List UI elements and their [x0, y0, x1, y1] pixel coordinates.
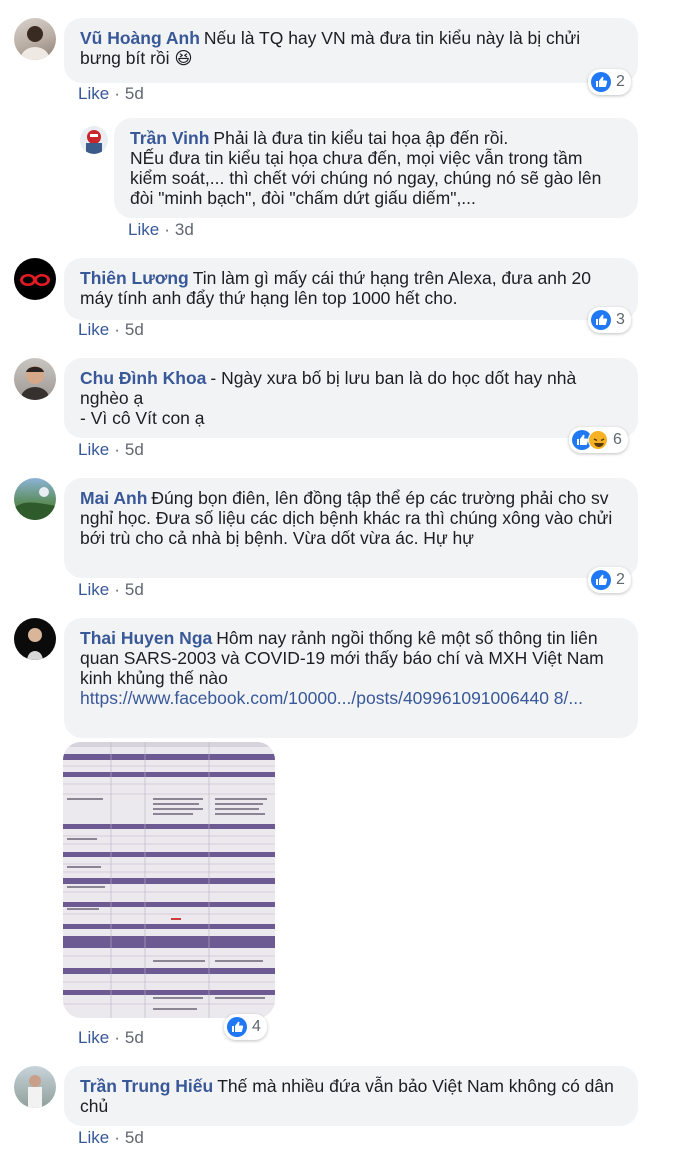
comment-actions: Like · 5d — [78, 320, 144, 340]
reaction-count-label: 4 — [252, 1018, 261, 1035]
comment-actions: Like · 5d — [78, 580, 144, 600]
spreadsheet-thumbnail — [63, 742, 275, 1018]
reaction-count[interactable]: 3 — [588, 307, 631, 333]
comment-bubble: Trần Vinh Phải là đưa tin kiểu tai họa ập… — [114, 118, 638, 218]
comment-bubble: Thai Huyen Nga Hôm nay rảnh ngồi thống kê… — [64, 618, 638, 738]
comment-bubble: Mai Anh Đúng bọn điên, lên đồng tập thể é… — [64, 478, 638, 578]
separator-dot: · — [114, 320, 120, 339]
like-link[interactable]: Like — [78, 580, 109, 599]
comment-author[interactable]: Trần Trung Hiếu — [80, 1076, 213, 1096]
timestamp[interactable]: 5d — [125, 320, 144, 339]
laughing-face-icon — [588, 430, 608, 450]
reaction-count[interactable]: 2 — [588, 69, 631, 95]
reaction-count-label: 2 — [616, 571, 625, 588]
post-link[interactable]: https://www.facebook.com/10000.../posts/… — [80, 688, 583, 708]
comment-actions: Like · 5d — [78, 84, 144, 104]
comment-bubble: Thiên Lương Tin làm gì mấy cái thứ hạng t… — [64, 258, 638, 320]
comment-bubble: Trần Trung Hiếu Thế mà nhiều đứa vẫn bảo … — [64, 1066, 638, 1126]
timestamp[interactable]: 5d — [125, 440, 144, 459]
comment-bubble: Vũ Hoàng Anh Nếu là TQ hay VN mà đưa tin … — [64, 18, 638, 83]
comment-actions: Like · 3d — [128, 220, 194, 240]
like-link[interactable]: Like — [128, 220, 159, 239]
comment-actions: Like · 5d — [78, 1028, 144, 1048]
timestamp[interactable]: 5d — [125, 1128, 144, 1147]
separator-dot: · — [164, 220, 170, 239]
thumbs-up-icon — [227, 1017, 247, 1037]
timestamp[interactable]: 5d — [125, 580, 144, 599]
thumbs-up-icon — [591, 72, 611, 92]
comment-bubble: Chu Đình Khoa - Ngày xưa bố bị lưu ban là… — [64, 358, 638, 438]
avatar[interactable] — [14, 478, 56, 520]
reaction-count-label: 2 — [616, 73, 625, 90]
reaction-count-label: 3 — [616, 311, 625, 328]
avatar[interactable] — [14, 258, 56, 300]
reaction-count[interactable]: 2 — [588, 567, 631, 593]
comment-text: Đúng bọn điên, lên đồng tập thể ép các t… — [80, 488, 613, 548]
comment-actions: Like · 5d — [78, 440, 144, 460]
reaction-count[interactable]: 4 — [224, 1014, 267, 1040]
separator-dot: · — [114, 580, 120, 599]
comment-author[interactable]: Mai Anh — [80, 488, 147, 508]
like-link[interactable]: Like — [78, 320, 109, 339]
like-link[interactable]: Like — [78, 1028, 109, 1047]
avatar[interactable] — [14, 618, 56, 660]
comment-author[interactable]: Chu Đình Khoa — [80, 368, 206, 388]
like-link[interactable]: Like — [78, 84, 109, 103]
separator-dot: · — [114, 1128, 120, 1147]
timestamp[interactable]: 5d — [125, 84, 144, 103]
attached-image[interactable] — [63, 742, 275, 1018]
comment-author[interactable]: Trần Vinh — [130, 128, 209, 148]
separator-dot: · — [114, 440, 120, 459]
separator-dot: · — [114, 84, 120, 103]
avatar[interactable] — [14, 1066, 56, 1108]
avatar[interactable] — [14, 358, 56, 400]
comment-author[interactable]: Vũ Hoàng Anh — [80, 28, 200, 48]
avatar[interactable] — [80, 126, 108, 154]
timestamp[interactable]: 3d — [175, 220, 194, 239]
timestamp[interactable]: 5d — [125, 1028, 144, 1047]
comment-author[interactable]: Thai Huyen Nga — [80, 628, 212, 648]
comment-actions: Like · 5d — [78, 1128, 144, 1148]
comment-author[interactable]: Thiên Lương — [80, 268, 189, 288]
reaction-count-label: 6 — [613, 431, 622, 448]
avatar[interactable] — [14, 18, 56, 60]
reaction-count[interactable]: 6 — [569, 427, 628, 453]
like-link[interactable]: Like — [78, 1128, 109, 1147]
separator-dot: · — [114, 1028, 120, 1047]
thumbs-up-icon — [591, 310, 611, 330]
like-link[interactable]: Like — [78, 440, 109, 459]
thumbs-up-icon — [591, 570, 611, 590]
